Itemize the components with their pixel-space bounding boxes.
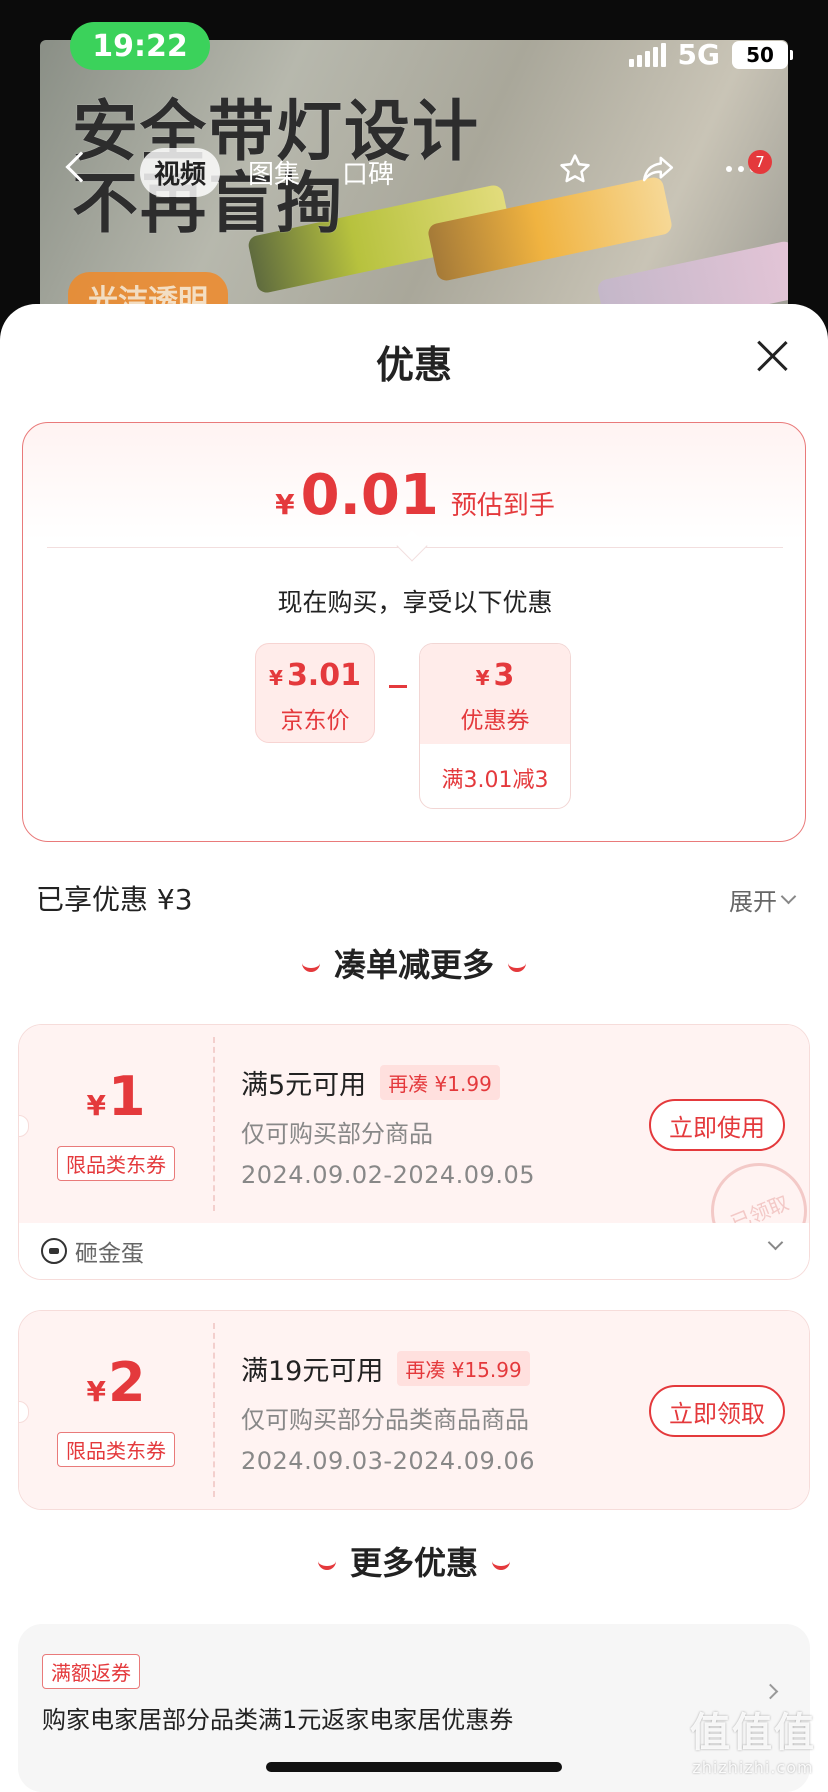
tab-gallery[interactable]: 图集 bbox=[234, 148, 314, 197]
watermark-url: zhizhizhi.com bbox=[692, 1758, 814, 1777]
battery-level: 50 bbox=[746, 42, 774, 67]
coupon-description: 仅可购买部分商品 bbox=[241, 1120, 433, 1148]
status-time: 19:22 bbox=[70, 22, 210, 70]
coupon-details: 满19元可用 再凑 ¥15.99 仅可购买部分品类商品商品 2024.09.03… bbox=[241, 1349, 535, 1475]
currency-symbol: ¥ bbox=[275, 488, 295, 521]
home-indicator[interactable] bbox=[266, 1762, 562, 1772]
coupon-amount: 1 bbox=[107, 1065, 146, 1128]
network-type: 5G bbox=[677, 38, 720, 71]
coupon-type-tag: 限品类东券 bbox=[57, 1432, 175, 1467]
coupon-condition-row: 满5元可用 再凑 ¥1.99 bbox=[241, 1063, 535, 1102]
coupon-date-range: 2024.09.03-2024.09.06 bbox=[241, 1447, 535, 1475]
expand-button[interactable]: 展开 bbox=[729, 882, 797, 917]
tab-reviews[interactable]: 口碑 bbox=[328, 148, 408, 197]
divider-notch bbox=[396, 530, 428, 562]
chevron-down-icon bbox=[780, 888, 797, 905]
gold-egg-icon bbox=[41, 1238, 67, 1264]
coupon-deduction-box: ¥3 优惠券 满3.01减3 bbox=[419, 643, 571, 809]
jd-price-value: 3.01 bbox=[286, 658, 361, 693]
estimated-price: 0.01 bbox=[300, 463, 439, 528]
section-deco-left bbox=[301, 963, 320, 972]
coupon-amount-block: ¥2 限品类东券 bbox=[19, 1311, 213, 1509]
coupon-amount-block: ¥1 限品类东券 bbox=[19, 1025, 213, 1223]
jd-price-box: ¥3.01 京东价 bbox=[255, 643, 375, 743]
claim-now-button[interactable]: 立即领取 bbox=[649, 1385, 785, 1437]
coupon-value: 3 bbox=[493, 658, 515, 693]
star-icon[interactable] bbox=[558, 152, 592, 186]
section-deco-right bbox=[492, 1561, 510, 1570]
coupon-amount-row: ¥2 bbox=[19, 1353, 213, 1422]
media-tabs: 视频 图集 口碑 bbox=[140, 148, 408, 197]
coupon-source: 砸金蛋 bbox=[75, 1241, 144, 1267]
minus-sign bbox=[389, 685, 407, 688]
coupon-deduction-top: ¥3 优惠券 bbox=[420, 644, 570, 744]
coupon-amount-currency: ¥ bbox=[86, 1375, 106, 1408]
section-more-offers-title: 更多优惠 bbox=[349, 1544, 478, 1582]
discount-sheet: 优惠 ¥ 0.01 预估到手 现在购买，享受以下优惠 ¥3.01 京东价 ¥3 … bbox=[0, 304, 828, 1792]
share-icon[interactable] bbox=[640, 152, 676, 186]
jd-price-value-row: ¥3.01 bbox=[256, 658, 374, 693]
close-icon[interactable] bbox=[756, 340, 788, 372]
section-deco-left bbox=[317, 1561, 336, 1570]
nav-actions: 7 bbox=[558, 150, 772, 186]
coupon-condition: 满5元可用 bbox=[241, 1070, 367, 1101]
coupon-description: 仅可购买部分品类商品商品 bbox=[241, 1406, 529, 1434]
offer-type-tag: 满额返券 bbox=[42, 1654, 140, 1689]
coupon-footer[interactable]: 砸金蛋 bbox=[19, 1223, 809, 1279]
price-summary-card: ¥ 0.01 预估到手 现在购买，享受以下优惠 ¥3.01 京东价 ¥3 优惠券… bbox=[22, 422, 806, 842]
coupon-amount: 2 bbox=[107, 1351, 146, 1414]
back-icon[interactable] bbox=[65, 151, 97, 183]
chevron-right-icon bbox=[762, 1683, 779, 1700]
coupon-card: ¥1 限品类东券 满5元可用 再凑 ¥1.99 仅可购买部分商品 2024.09… bbox=[18, 1024, 810, 1280]
coupon-condition: 满19元可用 bbox=[241, 1356, 384, 1387]
section-deco-right bbox=[508, 963, 526, 972]
tab-video[interactable]: 视频 bbox=[140, 148, 221, 197]
coupon-more-needed[interactable]: 再凑 ¥15.99 bbox=[397, 1351, 530, 1386]
status-bar-right: 5G 50 bbox=[628, 38, 793, 71]
coupon-card: ¥2 限品类东券 满19元可用 再凑 ¥15.99 仅可购买部分品类商品商品 2… bbox=[18, 1310, 810, 1510]
coupon-condition-row: 满19元可用 再凑 ¥15.99 bbox=[241, 1349, 535, 1388]
use-now-button[interactable]: 立即使用 bbox=[649, 1099, 785, 1151]
coupon-currency: ¥ bbox=[475, 666, 490, 690]
estimated-label: 预估到手 bbox=[450, 491, 555, 521]
notification-badge: 7 bbox=[748, 150, 772, 174]
coupon-value-row: ¥3 bbox=[420, 644, 570, 693]
site-watermark: 值值值 zhizhizhi.com bbox=[690, 1700, 816, 1777]
coupon-amount-currency: ¥ bbox=[86, 1089, 106, 1122]
jd-price-currency: ¥ bbox=[269, 666, 283, 690]
coupon-main: ¥1 限品类东券 满5元可用 再凑 ¥1.99 仅可购买部分商品 2024.09… bbox=[19, 1025, 809, 1274]
enjoyed-discount: 已享优惠 ¥3 bbox=[36, 883, 193, 916]
expand-label: 展开 bbox=[729, 888, 777, 916]
coupon-separator bbox=[213, 1037, 215, 1211]
watermark-logo: 值值值 bbox=[690, 1710, 816, 1756]
coupon-type-tag: 限品类东券 bbox=[57, 1146, 175, 1181]
media-nav-bar: 视频 图集 口碑 7 bbox=[0, 148, 828, 198]
coupon-date-range: 2024.09.02-2024.09.05 bbox=[241, 1161, 535, 1189]
section-more-offers: 更多优惠 bbox=[0, 1538, 828, 1584]
coupon-details: 满5元可用 再凑 ¥1.99 仅可购买部分商品 2024.09.02-2024.… bbox=[241, 1063, 535, 1189]
coupon-label: 优惠券 bbox=[460, 708, 530, 734]
chevron-down-icon bbox=[767, 1234, 784, 1251]
battery-icon: 50 bbox=[732, 40, 793, 69]
coupon-main: ¥2 限品类东券 满19元可用 再凑 ¥15.99 仅可购买部分品类商品商品 2… bbox=[19, 1311, 809, 1509]
sheet-title: 优惠 bbox=[375, 343, 452, 387]
coupon-condition: 满3.01减3 bbox=[441, 768, 549, 793]
section-more-savings: 凑单减更多 bbox=[0, 940, 828, 986]
signal-icon bbox=[628, 42, 666, 67]
buy-tip: 现在购买，享受以下优惠 bbox=[277, 588, 553, 617]
jd-price-label: 京东价 bbox=[280, 708, 350, 734]
offer-description: 购家电家居部分品类满1元返家电家居优惠券 bbox=[42, 1706, 514, 1734]
coupon-more-needed[interactable]: 再凑 ¥1.99 bbox=[380, 1065, 500, 1100]
coupon-separator bbox=[213, 1323, 215, 1497]
more-icon[interactable]: 7 bbox=[724, 150, 772, 174]
coupon-amount-row: ¥1 bbox=[19, 1067, 213, 1136]
section-more-savings-title: 凑单减更多 bbox=[333, 946, 494, 984]
estimated-price-row: ¥ 0.01 预估到手 bbox=[23, 463, 807, 528]
